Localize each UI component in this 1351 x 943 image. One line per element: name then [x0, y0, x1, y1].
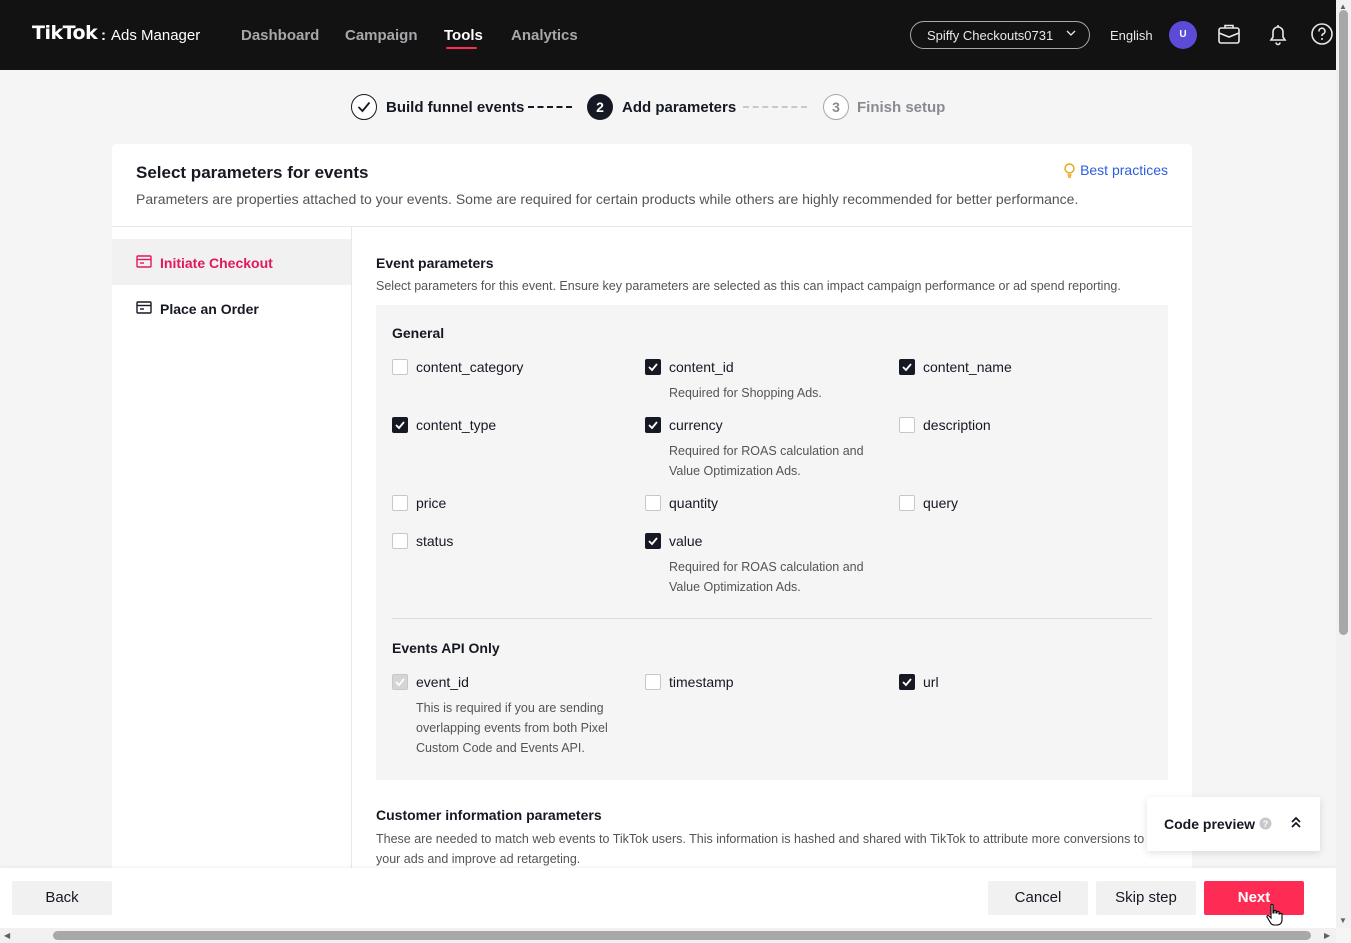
parameters-card: Select parameters for events Parameters … — [112, 144, 1192, 874]
language-selector[interactable]: English — [1110, 28, 1153, 43]
param-hint: This is required if you are sending over… — [416, 701, 608, 755]
param-label: currency — [669, 417, 723, 433]
avatar[interactable]: U — [1169, 21, 1197, 49]
next-button[interactable]: Next — [1204, 881, 1304, 915]
sidebar-item-label: Place an Order — [160, 301, 259, 317]
scroll-right-arrow-icon[interactable]: ▶ — [1324, 931, 1330, 940]
best-practices-label: Best practices — [1080, 162, 1168, 178]
step-connector-2 — [743, 106, 807, 108]
param-label: content_type — [416, 417, 497, 433]
card-description: Parameters are properties attached to yo… — [136, 191, 1079, 207]
nav-active-indicator — [446, 47, 477, 49]
setup-stepper: Build funnel events 2 Add parameters 3 F… — [0, 92, 1336, 122]
sidebar-item-label: Initiate Checkout — [160, 255, 273, 271]
account-selector[interactable]: Spiffy Checkouts0731 — [910, 21, 1090, 49]
checkbox-checked[interactable] — [899, 674, 915, 690]
param-label: value — [669, 533, 703, 549]
parameters-box: General content_category content_id Requ… — [376, 305, 1168, 780]
param-label: status — [416, 533, 454, 549]
param-label: description — [923, 417, 991, 433]
step-2-number: 2 — [587, 94, 613, 120]
checkbox-checked[interactable] — [899, 359, 915, 375]
param-label: quantity — [669, 495, 719, 511]
param-label: content_category — [416, 359, 524, 375]
chevron-down-icon — [1065, 27, 1077, 42]
logo-colon: : — [101, 27, 106, 44]
help-icon[interactable] — [1310, 22, 1334, 46]
nav-dashboard[interactable]: Dashboard — [241, 27, 319, 44]
customer-info-title: Customer information parameters — [376, 807, 602, 823]
param-label: content_id — [669, 359, 734, 375]
question-icon[interactable]: ? — [1259, 817, 1272, 835]
skip-step-button[interactable]: Skip step — [1096, 881, 1196, 915]
top-navigation-bar: TikTok : Ads Manager Dashboard Campaign … — [0, 0, 1336, 70]
events-api-group-title: Events API Only — [392, 640, 500, 656]
param-label: url — [923, 674, 939, 690]
order-icon — [136, 301, 152, 318]
scroll-down-arrow-icon[interactable]: ▼ — [1339, 916, 1347, 925]
vertical-scrollbar-thumb[interactable] — [1339, 10, 1348, 635]
event-parameters-description: Select parameters for this event. Ensure… — [376, 279, 1121, 293]
checkbox[interactable] — [899, 495, 915, 511]
checkbox-checked[interactable] — [645, 533, 661, 549]
back-button[interactable]: Back — [12, 881, 112, 915]
double-chevron-up-icon[interactable] — [1289, 815, 1303, 834]
group-divider — [392, 618, 1152, 619]
lightbulb-icon — [1063, 163, 1076, 181]
event-parameters-title: Event parameters — [376, 255, 494, 271]
param-hint: Required for ROAS calculation and Value … — [669, 560, 864, 594]
nav-analytics[interactable]: Analytics — [511, 27, 578, 44]
step-3-number: 3 — [823, 94, 849, 120]
checkbox[interactable] — [645, 674, 661, 690]
vertical-scrollbar[interactable]: ▲ ▼ — [1336, 0, 1351, 928]
nav-campaign[interactable]: Campaign — [345, 27, 418, 44]
briefcase-icon[interactable] — [1217, 22, 1241, 46]
bell-icon[interactable] — [1266, 22, 1290, 46]
cancel-button[interactable]: Cancel — [988, 881, 1088, 915]
param-label: timestamp — [669, 674, 734, 690]
logo-subtitle: Ads Manager — [111, 27, 201, 44]
checkbox-checked[interactable] — [645, 359, 661, 375]
horizontal-scrollbar[interactable]: ◀ ▶ — [0, 928, 1336, 943]
step-2-label: Add parameters — [622, 99, 737, 116]
card-divider — [112, 226, 1192, 227]
sidebar-divider — [351, 227, 352, 874]
hand-cursor-icon — [1265, 903, 1283, 932]
svg-text:?: ? — [1263, 819, 1269, 829]
checkbox[interactable] — [645, 495, 661, 511]
step-1-check-icon — [351, 94, 377, 120]
checkbox[interactable] — [392, 495, 408, 511]
param-label: event_id — [416, 674, 469, 690]
code-preview-label: Code preview — [1164, 816, 1256, 832]
horizontal-scrollbar-thumb[interactable] — [53, 931, 1311, 940]
checkbox[interactable] — [392, 533, 408, 549]
param-label: query — [923, 495, 959, 511]
code-preview-panel[interactable]: Code preview ? — [1147, 797, 1320, 851]
scroll-up-arrow-icon[interactable]: ▲ — [1339, 2, 1347, 11]
checkbox[interactable] — [392, 359, 408, 375]
param-hint: Required for ROAS calculation and Value … — [669, 444, 864, 478]
checkbox[interactable] — [899, 417, 915, 433]
param-label: content_name — [923, 359, 1012, 375]
sidebar-item-initiate-checkout[interactable]: Initiate Checkout — [112, 239, 351, 285]
checkbox-disabled — [392, 674, 408, 690]
best-practices-link[interactable]: Best practices — [1063, 162, 1168, 181]
checkout-icon — [136, 255, 152, 272]
account-name: Spiffy Checkouts0731 — [927, 28, 1054, 43]
card-title: Select parameters for events — [136, 163, 369, 182]
customer-info-description: These are needed to match web events to … — [376, 832, 1145, 866]
param-hint: Required for Shopping Ads. — [669, 386, 822, 400]
tiktok-logo[interactable]: TikTok — [32, 22, 98, 44]
general-group-title: General — [392, 325, 445, 341]
scroll-left-arrow-icon[interactable]: ◀ — [4, 931, 10, 940]
step-connector-1 — [528, 106, 572, 108]
checkbox-checked[interactable] — [645, 417, 661, 433]
footer-action-bar: Back Cancel Skip step Next — [0, 868, 1336, 928]
step-3-label: Finish setup — [857, 99, 946, 116]
nav-tools[interactable]: Tools — [444, 27, 483, 44]
param-label: price — [416, 495, 447, 511]
sidebar-item-place-an-order[interactable]: Place an Order — [112, 285, 351, 331]
checkbox-checked[interactable] — [392, 417, 408, 433]
step-1-label: Build funnel events — [386, 99, 525, 116]
